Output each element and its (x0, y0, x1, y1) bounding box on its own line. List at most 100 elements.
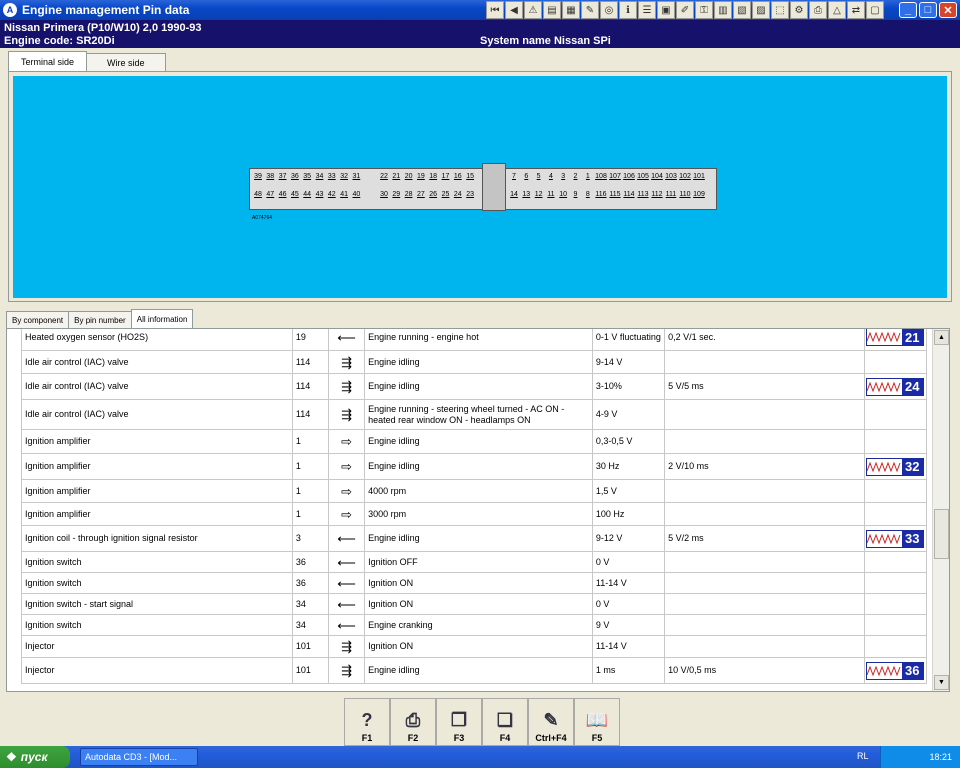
taskbar-item-autodata[interactable]: Autodata CD3 - [Mod... (80, 748, 198, 766)
connector-pin[interactable]: 115 (609, 191, 621, 198)
connector-pin[interactable]: 17 (440, 173, 452, 180)
warning-icon[interactable]: ⚠ (524, 1, 542, 19)
scroll-up-button[interactable]: ▲ (934, 330, 949, 345)
connector-pin[interactable]: 101 (693, 173, 705, 180)
fkey-ctrl-f4[interactable]: ✎ Ctrl+F4 (528, 698, 574, 746)
oscilloscope-button[interactable]: 36 (865, 661, 924, 680)
connector-pin[interactable]: 8 (582, 191, 594, 198)
table-row[interactable]: Ignition switch - start signal 34 ⟵ Ignitio… (21, 593, 928, 615)
connector-pin[interactable]: 23 (464, 191, 476, 198)
table-row[interactable]: Idle air control (IAC) valve 114 ⇶ Engine r… (21, 399, 928, 430)
start-button[interactable]: ❖ пуск (0, 746, 70, 768)
connector-pin[interactable]: 46 (277, 191, 289, 198)
page-icon[interactable]: ▤ (543, 1, 561, 19)
oscilloscope-button[interactable]: 24 (865, 377, 924, 396)
connector-pin[interactable]: 26 (427, 191, 439, 198)
connector-pin[interactable]: 15 (464, 173, 476, 180)
connector-pin[interactable]: 29 (390, 191, 402, 198)
print-icon[interactable]: ⎙ (809, 1, 827, 19)
car-icon[interactable]: ⬚ (771, 1, 789, 19)
connector-pin[interactable]: 45 (289, 191, 301, 198)
fkey-f4[interactable]: ❏ F4 (482, 698, 528, 746)
connector-pin[interactable]: 12 (533, 191, 545, 198)
language-indicator[interactable]: RL (857, 751, 869, 761)
connector-pin[interactable]: 39 (252, 173, 264, 180)
table-row[interactable]: Heated oxygen sensor (HO2S) 19 ⟵ Engine run… (21, 329, 928, 351)
connector-pin[interactable]: 47 (264, 191, 276, 198)
connector-pin[interactable]: 32 (338, 173, 350, 180)
table-row[interactable]: Ignition switch 36 ⟵ Ignition ON 11-14 V (21, 572, 928, 594)
connector-pin[interactable]: 33 (326, 173, 338, 180)
connector-pin[interactable]: 116 (595, 191, 607, 198)
connector-pin[interactable]: 41 (338, 191, 350, 198)
connector-pin[interactable]: 30 (378, 191, 390, 198)
gear-icon[interactable]: ⚙ (790, 1, 808, 19)
connector-pin[interactable]: 22 (378, 173, 390, 180)
link-icon[interactable]: ⇄ (847, 1, 865, 19)
close-button[interactable]: ✕ (939, 2, 957, 18)
connector-pin[interactable]: 18 (427, 173, 439, 180)
scope-cell[interactable]: 36 (863, 657, 928, 684)
fkey-f2[interactable]: ⎙ F2 (390, 698, 436, 746)
tool-icon[interactable]: ✎ (581, 1, 599, 19)
connector-pin[interactable]: 31 (350, 173, 362, 180)
table-row[interactable]: Ignition amplifier 1 ⇨ Engine idling 30 Hz 2 … (21, 453, 928, 480)
connector-pin[interactable]: 42 (326, 191, 338, 198)
connector-pin[interactable]: 104 (651, 173, 663, 180)
table-row[interactable]: Ignition switch 36 ⟵ Ignition OFF 0 V (21, 551, 928, 573)
connector-pin[interactable]: 109 (693, 191, 705, 198)
connector-pin[interactable]: 105 (637, 173, 649, 180)
table-row[interactable]: Ignition amplifier 1 ⇨ Engine idling 0,3-0,5… (21, 429, 928, 454)
globe-icon[interactable]: ◎ (600, 1, 618, 19)
connector-pin[interactable]: 9 (570, 191, 582, 198)
scope-cell[interactable]: 24 (863, 373, 928, 400)
connector-pin[interactable]: 40 (350, 191, 362, 198)
note-icon[interactable]: ▢ (866, 1, 884, 19)
tab-terminal-side[interactable]: Terminal side (8, 51, 88, 71)
connector-pin[interactable]: 34 (314, 173, 326, 180)
connector-pin[interactable]: 25 (440, 191, 452, 198)
connector-pin[interactable]: 102 (679, 173, 691, 180)
connector-pin[interactable]: 14 (508, 191, 520, 198)
connector-pin[interactable]: 27 (415, 191, 427, 198)
connector-pin[interactable]: 24 (452, 191, 464, 198)
chart-icon[interactable]: ▦ (562, 1, 580, 19)
connector-pin[interactable]: 4 (545, 173, 557, 180)
oscilloscope-button[interactable]: 21 (865, 329, 924, 346)
folder-icon[interactable]: ▥ (714, 1, 732, 19)
connector-pin[interactable]: 7 (508, 173, 520, 180)
connector-pin[interactable]: 112 (651, 191, 663, 198)
connector-pin[interactable]: 1 (582, 173, 594, 180)
oscilloscope-button[interactable]: 33 (865, 529, 924, 548)
table-row[interactable]: Ignition switch 34 ⟵ Engine cranking 9 V (21, 614, 928, 636)
connector-pin[interactable]: 113 (637, 191, 649, 198)
save-icon[interactable]: ▨ (752, 1, 770, 19)
table-row[interactable]: Idle air control (IAC) valve 114 ⇶ Engine i… (21, 373, 928, 400)
table-row[interactable]: Idle air control (IAC) valve 114 ⇶ Engine i… (21, 350, 928, 374)
table-row[interactable]: Ignition amplifier 1 ⇨ 4000 rpm 1,5 V (21, 479, 928, 503)
tab-wire-side[interactable]: Wire side (86, 53, 166, 71)
pen-icon[interactable]: ✐ (676, 1, 694, 19)
first-icon[interactable]: ⏮ (486, 1, 504, 19)
connector-pin[interactable]: 28 (403, 191, 415, 198)
connector-pin[interactable]: 11 (545, 191, 557, 198)
tab-by-pin-number[interactable]: By pin number (68, 311, 132, 328)
connector-pin[interactable]: 2 (570, 173, 582, 180)
camera-icon[interactable]: ▧ (733, 1, 751, 19)
key-icon[interactable]: ⚿ (695, 1, 713, 19)
connector-pin[interactable]: 5 (533, 173, 545, 180)
scope-cell[interactable]: 32 (863, 453, 928, 480)
connector-pin[interactable]: 38 (264, 173, 276, 180)
table-row[interactable]: Ignition amplifier 1 ⇨ 3000 rpm 100 Hz (21, 502, 928, 526)
connector-pin[interactable]: 44 (301, 191, 313, 198)
scope-cell[interactable]: 33 (863, 525, 928, 552)
maximize-button[interactable]: □ (919, 2, 937, 18)
connector-pin[interactable]: 20 (403, 173, 415, 180)
connector-pin[interactable]: 21 (390, 173, 402, 180)
scope-cell[interactable]: 21 (863, 329, 928, 351)
scroll-thumb[interactable] (934, 509, 949, 559)
info-icon[interactable]: ℹ (619, 1, 637, 19)
connector-pin[interactable]: 36 (289, 173, 301, 180)
vertical-scrollbar[interactable]: ▲ ▼ (932, 329, 949, 691)
prev-icon[interactable]: ◀ (505, 1, 523, 19)
